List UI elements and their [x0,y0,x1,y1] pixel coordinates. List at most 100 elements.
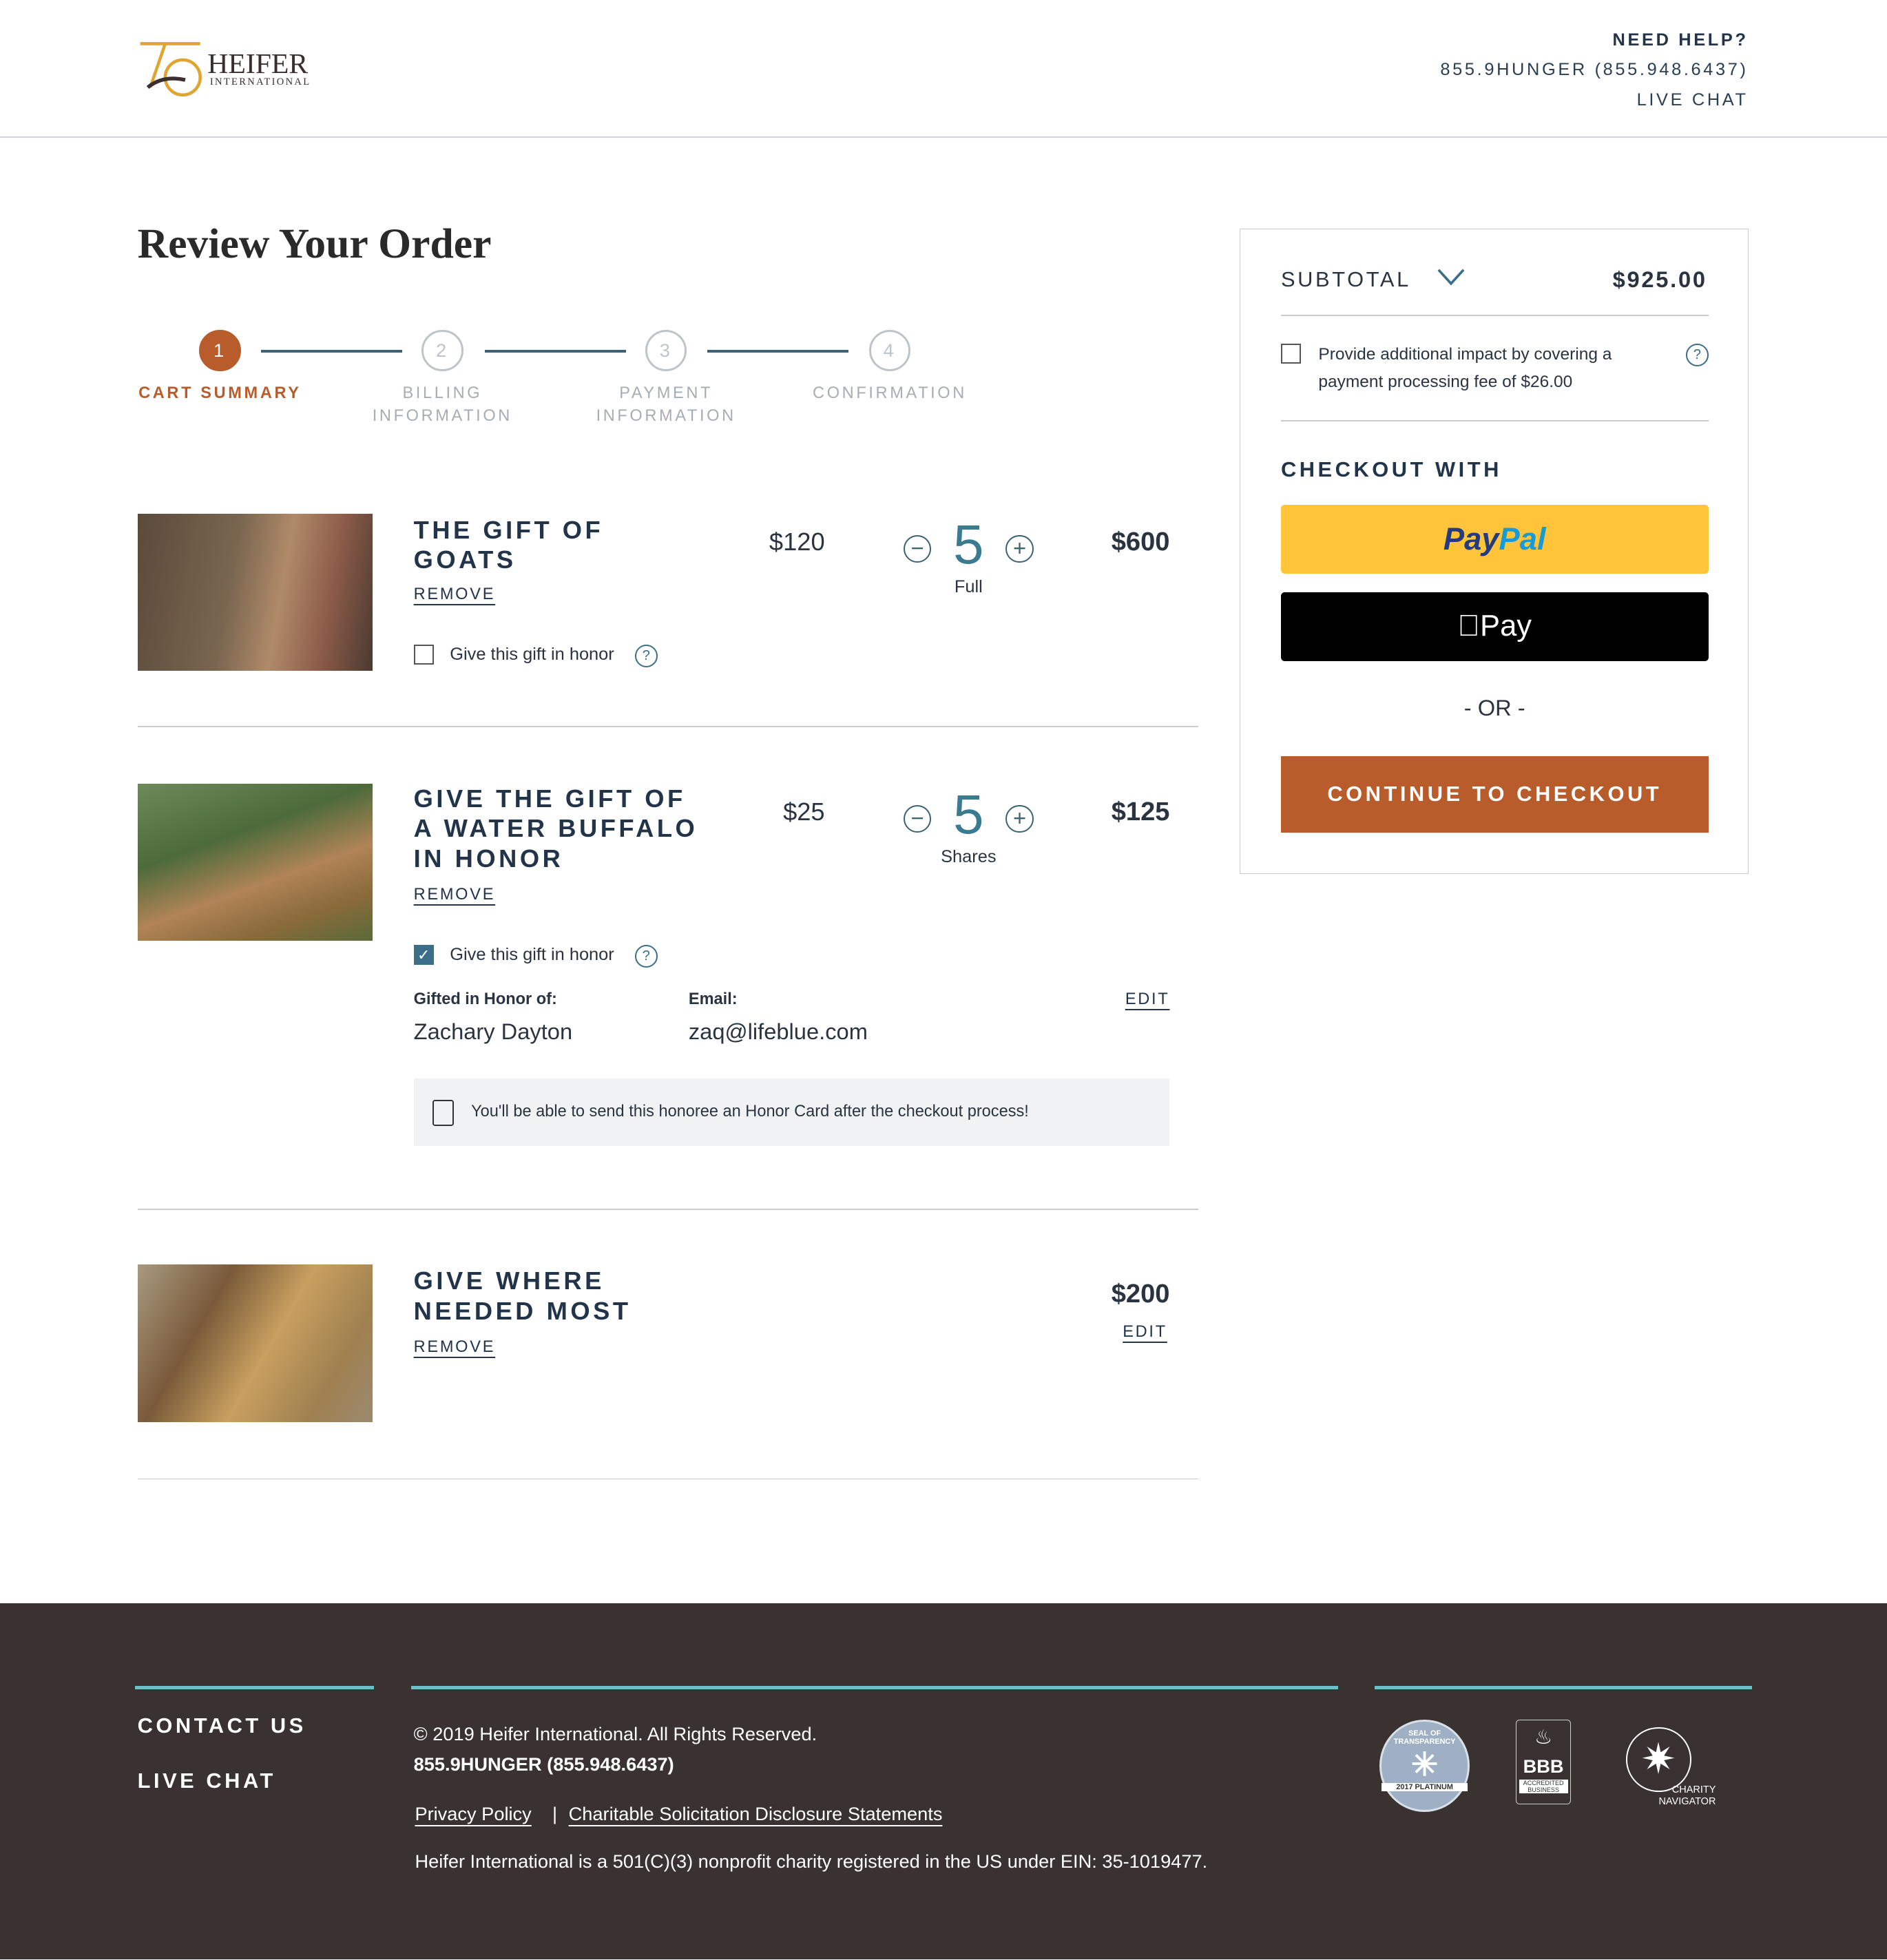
step-label: PAYMENT INFORMATION [596,384,736,424]
quantity-unit: Shares [941,847,997,867]
email-label: Email: [688,990,738,1008]
paypal-logo-pal: Pal [1499,521,1546,557]
torch-icon: ♨ [1534,1726,1553,1749]
header-divider [0,136,1887,138]
honoree-name: Zachary Dayton [413,1018,573,1044]
copyright: © 2019 Heifer International. All Rights … [413,1723,817,1745]
honoree-label: Gifted in Honor of: [413,990,557,1008]
footer: CONTACT US LIVE CHAT © 2019 Heifer Inter… [0,1603,1887,1960]
continue-to-checkout-button[interactable]: CONTINUE TO CHECKOUT [1280,755,1709,833]
quantity-stepper: − 5 + Shares [900,787,1038,867]
footer-live-chat-link[interactable]: LIVE CHAT [138,1769,276,1793]
apple-pay-button[interactable]: Pay [1280,592,1709,661]
step-number: 4 [868,330,911,372]
step-label: CART SUMMARY [138,384,302,402]
step-label: CONFIRMATION [813,384,967,402]
or-separator: - OR - [1463,694,1525,720]
edit-honor-link[interactable]: EDIT [1125,990,1170,1008]
paypal-logo-pay: Pay [1443,521,1499,557]
footer-accent-line [411,1685,1339,1690]
page-title: Review Your Order [137,220,492,268]
ein-statement: Heifer International is a 501(C)(3) nonp… [415,1850,1208,1873]
honor-label: Give this gift in honor [450,944,614,964]
step-billing: 2 BILLING INFORMATION [355,330,530,426]
link-separator: | [552,1803,558,1825]
item-name: GIVE WHERE NEEDED MOST [413,1266,632,1325]
goats-image [137,513,373,671]
footer-contact-us-link[interactable]: CONTACT US [138,1713,306,1738]
remove-link[interactable]: REMOVE [414,885,496,904]
privacy-policy-link[interactable]: Privacy Policy [415,1803,531,1825]
need-help-title: NEED HELP? [1612,30,1749,50]
footer-accent-line [134,1685,374,1690]
item-name: THE GIFT OF GOATS [413,515,604,574]
step-confirmation: 4 CONFIRMATION [802,330,977,404]
honor-label: Give this gift in honor [450,645,614,665]
star-icon: ✳ [1410,1745,1439,1782]
item-total: $125 [1111,797,1170,826]
charity-navigator-text: NAVIGATOR [1658,1795,1716,1807]
guidestar-text: SEAL OF TRANSPARENCY [1393,1729,1456,1746]
solicitation-disclosure-link[interactable]: Charitable Solicitation Disclosure State… [569,1803,943,1825]
subtotal-label: SUBTOTAL [1280,267,1411,292]
logo-subtext: INTERNATIONAL [209,76,311,87]
help-icon[interactable]: ? [634,645,658,668]
item-divider [137,1208,1199,1210]
item-divider [137,1478,1199,1480]
remove-link[interactable]: REMOVE [414,1337,496,1356]
charity-navigator-badge[interactable]: ✷ CHARITY NAVIGATOR [1616,1720,1718,1810]
card-icon [432,1099,455,1127]
minus-icon[interactable]: − [903,804,932,833]
item-name: GIVE THE GIFT OF A WATER BUFFALO IN HONO… [413,784,698,873]
give-where-needed-image [137,1264,373,1422]
cover-fee-checkbox[interactable] [1280,344,1301,364]
item-total: $200 [1111,1280,1170,1309]
cover-fee-text: Provide additional impact by covering a … [1318,345,1612,392]
plus-icon[interactable]: + [1005,804,1034,833]
honor-checkbox[interactable] [413,645,434,665]
guidestar-level: 2017 PLATINUM [1382,1783,1468,1792]
apple-icon:  [1457,609,1480,643]
paypal-button[interactable]: PayPal [1280,505,1709,574]
step-number: 1 [199,330,241,372]
bbb-subtext: ACCREDITED BUSINESS [1519,1780,1568,1794]
guidestar-seal-badge[interactable]: SEAL OF TRANSPARENCY ✳ 2017 PLATINUM [1379,1719,1470,1813]
honoree-email: zaq@lifeblue.com [688,1018,868,1044]
item-price: $120 [769,527,825,556]
step-payment: 3 PAYMENT INFORMATION [578,330,753,426]
checkout-with-heading: CHECKOUT WITH [1280,457,1502,482]
water-buffalo-image [137,783,373,941]
bbb-text: BBB [1523,1755,1564,1777]
summary-divider [1280,419,1709,421]
help-icon[interactable]: ? [1685,344,1709,367]
item-total: $600 [1111,527,1170,556]
subtotal-value: $925.00 [1612,266,1707,292]
item-divider [137,726,1199,728]
honor-checkbox-checked[interactable]: ✓ [413,944,434,965]
help-icon[interactable]: ? [634,944,658,968]
logo-75-icon [140,42,202,97]
remove-link[interactable]: REMOVE [414,585,496,603]
footer-accent-line [1375,1685,1753,1690]
footer-phone[interactable]: 855.9HUNGER (855.948.6437) [414,1753,674,1775]
apple-pay-label: Pay [1468,609,1532,643]
help-phone-link[interactable]: 855.9HUNGER (855.948.6437) [1440,60,1748,80]
edit-link[interactable]: EDIT [1123,1322,1167,1341]
step-number: 2 [421,330,463,372]
item-price: $25 [783,797,825,826]
quantity-unit: Full [954,577,983,597]
step-cart-summary: 1 CART SUMMARY [132,330,307,404]
chevron-down-icon[interactable] [1437,269,1465,286]
minus-icon[interactable]: − [903,534,932,563]
notice-text: You'll be able to send this honoree an H… [471,1102,1029,1120]
bbb-badge[interactable]: ♨ BBB ACCREDITED BUSINESS [1516,1719,1572,1805]
step-number: 3 [645,330,687,372]
honor-card-notice: You'll be able to send this honoree an H… [413,1078,1170,1146]
quantity-stepper: − 5 + Full [900,517,1038,597]
step-label: BILLING INFORMATION [372,384,512,424]
charity-navigator-text: CHARITY [1671,1784,1716,1796]
plus-icon[interactable]: + [1005,534,1034,563]
help-live-chat-link[interactable]: LIVE CHAT [1637,90,1749,110]
summary-divider [1280,315,1709,317]
heifer-logo[interactable]: HEIFER INTERNATIONAL [138,40,313,100]
